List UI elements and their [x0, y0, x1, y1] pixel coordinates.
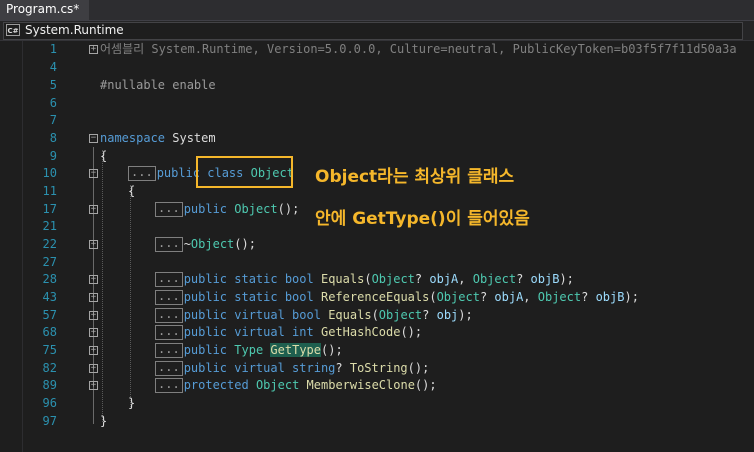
code-line: 5 #nullable enable [0, 77, 754, 94]
line-number: 97 [42, 414, 57, 428]
expand-icon[interactable]: + [89, 45, 98, 54]
line-number: 57 [42, 308, 57, 322]
collapsed-region[interactable]: ... [155, 290, 183, 305]
collapsed-region[interactable]: ... [155, 378, 183, 393]
line-number: 89 [42, 378, 57, 392]
collapse-icon[interactable]: − [89, 134, 98, 143]
line-number: 22 [42, 237, 57, 251]
annotation-line-1: Object라는 최상위 클래스 [315, 167, 515, 187]
line-number: 75 [42, 343, 57, 357]
annotation-line-2: 안에 GetType()이 들어있음 [315, 209, 530, 229]
line-number: 6 [49, 96, 57, 110]
collapsed-region[interactable]: ... [155, 237, 183, 252]
line-number: 4 [49, 60, 57, 74]
expand-icon[interactable]: + [89, 240, 98, 249]
collapse-icon[interactable]: − [89, 169, 98, 178]
member-reference-equals: ... public static bool ReferenceEquals(Ob… [155, 289, 639, 306]
line-number: 43 [42, 290, 57, 304]
close-brace: } [128, 396, 136, 410]
line-number: 82 [42, 361, 57, 375]
navigation-bar: C# System.Runtime [0, 21, 754, 41]
member-equals-static: ... public static bool Equals(Object? obj… [155, 271, 574, 288]
line-number: 7 [49, 113, 57, 127]
collapsed-region[interactable]: ... [155, 325, 183, 340]
line-number: 21 [42, 219, 57, 233]
tab-program-cs[interactable]: Program.cs* [0, 0, 90, 20]
expand-icon[interactable]: + [89, 328, 98, 337]
vertical-scrollbar[interactable] [746, 41, 754, 452]
collapsed-region[interactable]: ... [155, 272, 183, 287]
member-get-type: ... public Type GetType(); [155, 342, 343, 359]
context-dropdown[interactable]: C# System.Runtime [3, 22, 743, 40]
line-number: 1 [49, 42, 57, 56]
csharp-icon: C# [6, 24, 20, 36]
line-number: 5 [49, 78, 57, 92]
line-number: 28 [42, 272, 57, 286]
member-get-hash-code: ... public virtual int GetHashCode(); [155, 324, 422, 341]
open-brace: { [128, 184, 136, 198]
code-line: 8 − namespace System [0, 130, 754, 147]
member-to-string: ... public virtual string? ToString(); [155, 360, 429, 377]
line-number: 8 [49, 131, 57, 145]
code-line: 1 + 어셈블리 System.Runtime, Version=5.0.0.0… [0, 41, 754, 58]
expand-icon[interactable]: + [89, 275, 98, 284]
code-editor[interactable]: 1 + 어셈블리 System.Runtime, Version=5.0.0.0… [0, 41, 754, 452]
class-object-highlight-box [196, 156, 293, 188]
member-constructor: ... public Object(); [155, 201, 299, 218]
code-line: 22 + ... ~Object(); [0, 236, 754, 253]
code-line: 68 + ... public virtual int GetHashCode()… [0, 324, 754, 341]
expand-icon[interactable]: + [89, 381, 98, 390]
code-line: 89 + ... protected Object MemberwiseClone… [0, 377, 754, 394]
code-line: 97 } [0, 413, 754, 430]
expand-icon[interactable]: + [89, 364, 98, 373]
line-number: 96 [42, 396, 57, 410]
line-number: 10 [42, 166, 57, 180]
get-type-highlight[interactable]: GetType [270, 343, 321, 357]
member-finalizer: ... ~Object(); [155, 236, 256, 253]
close-brace: } [100, 414, 108, 428]
code-line: 75 + ... public Type GetType(); [0, 342, 754, 359]
expand-icon[interactable]: + [89, 346, 98, 355]
line-number: 11 [42, 184, 57, 198]
expand-icon[interactable]: + [89, 205, 98, 214]
member-equals: ... public virtual bool Equals(Object? ob… [155, 307, 473, 324]
assembly-comment: 어셈블리 System.Runtime, Version=5.0.0.0, Cu… [100, 42, 737, 56]
code-line: 6 [0, 95, 754, 112]
code-line: 27 [0, 254, 754, 271]
code-line: 96 } [0, 395, 754, 412]
context-label: System.Runtime [25, 23, 124, 37]
tab-bar: Program.cs* [0, 0, 754, 21]
member-memberwise-clone: ... protected Object MemberwiseClone(); [155, 377, 437, 394]
code-line: 28 + ... public static bool Equals(Object… [0, 271, 754, 288]
code-line: 4 [0, 59, 754, 76]
code-line: 82 + ... public virtual string? ToString(… [0, 360, 754, 377]
collapsed-region[interactable]: ... [155, 361, 183, 376]
code-line: 57 + ... public virtual bool Equals(Objec… [0, 307, 754, 324]
namespace-declaration: namespace System [100, 131, 216, 145]
code-line: 7 [0, 112, 754, 129]
code-line: 43 + ... public static bool ReferenceEqua… [0, 289, 754, 306]
collapsed-region[interactable]: ... [128, 166, 156, 181]
expand-icon[interactable]: + [89, 293, 98, 302]
collapsed-region[interactable]: ... [155, 308, 183, 323]
open-brace: { [100, 149, 108, 163]
line-number: 68 [42, 325, 57, 339]
collapsed-region[interactable]: ... [155, 343, 183, 358]
expand-icon[interactable]: + [89, 311, 98, 320]
line-number: 17 [42, 202, 57, 216]
collapsed-region[interactable]: ... [155, 202, 183, 217]
preprocessor-directive: #nullable enable [100, 78, 216, 92]
line-number: 27 [42, 255, 57, 269]
line-number: 9 [49, 149, 57, 163]
